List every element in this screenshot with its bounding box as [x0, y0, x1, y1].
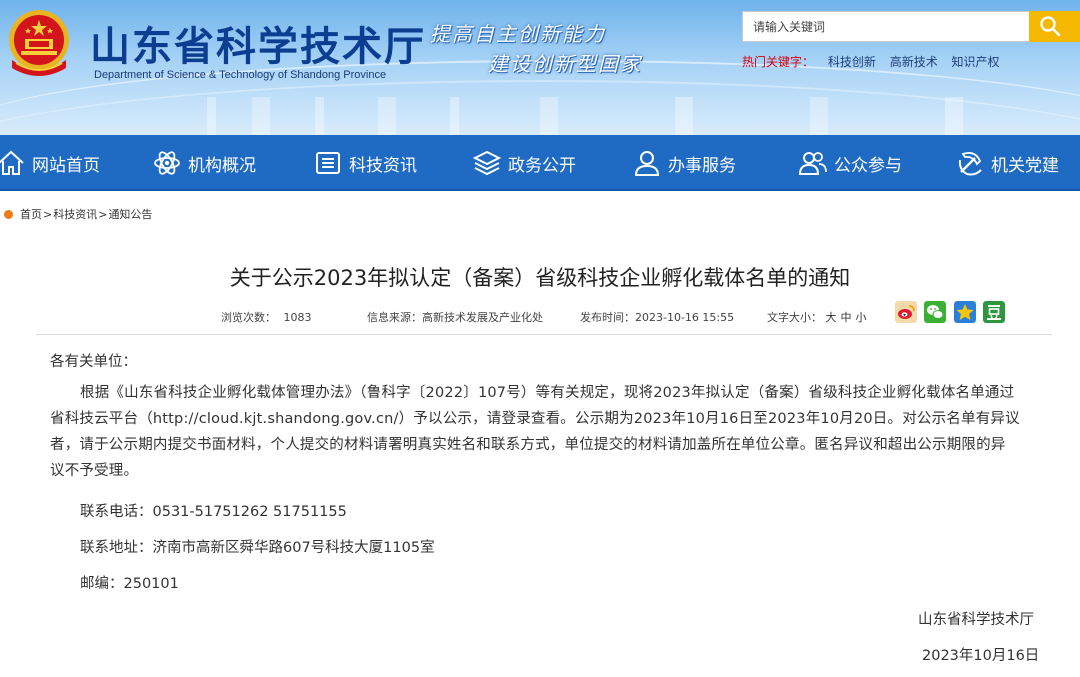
breadcrumb-link-home[interactable]: 首页 [20, 206, 42, 222]
nav-item-party-building[interactable]: 机关党建 [955, 135, 1059, 191]
site-header: 山东省科学技术厅 Department of Science & Technol… [0, 0, 1080, 135]
hot-keywords-label: 热门关键字： [742, 55, 815, 69]
douban-icon[interactable] [983, 301, 1005, 323]
sign-date: 2023年10月16日 [922, 648, 1040, 664]
font-size-control: 文字大小： 大中小 [767, 311, 867, 324]
contact-address: 联系地址：济南市高新区舜华路607号科技大厦1105室 [80, 540, 435, 556]
breadcrumb-link-notices[interactable]: 通知公告 [108, 206, 152, 222]
person-icon [634, 151, 660, 176]
main-nav: 网站首页 机构概况 科技资讯 政务公开 办事服务 公众参与 机关党建 [0, 135, 1080, 191]
nav-item-label: 网站首页 [32, 155, 100, 176]
search-button[interactable] [1029, 11, 1080, 42]
font-size-medium-button[interactable]: 中 [841, 311, 852, 324]
people-icon [798, 152, 827, 175]
signature: 山东省科学技术厅 [918, 612, 1034, 628]
nav-item-label: 机构概况 [188, 155, 256, 176]
greeting: 各有关单位： [50, 354, 137, 370]
font-size-large-button[interactable]: 大 [826, 311, 837, 324]
slogan-line-1: 提高自主创新能力 [430, 22, 606, 46]
site-subtitle: Department of Science & Technology of Sh… [94, 69, 387, 81]
qzone-icon[interactable] [954, 301, 976, 323]
breadcrumb: 首页 > 科技资讯 > 通知公告 [4, 206, 152, 222]
skyline-decoration [180, 97, 1080, 135]
search-icon [1040, 16, 1061, 37]
article-title: 关于公示2023年拟认定（备案）省级科技企业孵化载体名单的通知 [229, 266, 851, 290]
body-line: 省科技云平台（http://cloud.kjt.shandong.gov.cn/… [50, 411, 1020, 427]
view-count: 浏览次数： 1083 [221, 311, 312, 324]
nav-item-public-participation[interactable]: 公众参与 [798, 135, 902, 191]
info-source: 信息来源：高新技术发展及产业化处 [367, 311, 543, 324]
contact-phone: 联系电话：0531-51751262 51751155 [80, 504, 347, 520]
national-emblem-icon [9, 10, 69, 76]
hot-keywords: 热门关键字： 科技创新 高新技术 知识产权 [742, 53, 1000, 70]
hot-keyword-link[interactable]: 知识产权 [952, 55, 1000, 69]
search-input[interactable] [742, 11, 1030, 42]
nav-item-label: 公众参与 [834, 155, 902, 176]
layers-icon [472, 150, 502, 176]
body-line: 议不予受理。 [50, 463, 139, 479]
font-size-small-button[interactable]: 小 [856, 311, 867, 324]
postcode: 邮编：250101 [80, 576, 179, 592]
nav-item-services[interactable]: 办事服务 [632, 135, 736, 191]
site-title: 山东省科学技术厅 [90, 23, 426, 70]
nav-item-label: 办事服务 [668, 155, 736, 176]
weibo-icon[interactable] [895, 301, 917, 323]
hot-keyword-link[interactable]: 高新技术 [890, 55, 938, 69]
publish-time: 发布时间：2023-10-16 15:55 [580, 311, 735, 324]
nav-item-label: 科技资讯 [349, 155, 417, 176]
atom-icon [154, 151, 180, 175]
breadcrumb-link-news[interactable]: 科技资讯 [53, 206, 97, 222]
body-paragraph: 根据《山东省科技企业孵化载体管理办法》（鲁科字〔2022〕107号）等有关规定，… [50, 380, 1044, 484]
nav-item-about[interactable]: 机构概况 [152, 135, 256, 191]
wechat-icon[interactable] [924, 301, 946, 323]
nav-item-government-affairs[interactable]: 政务公开 [472, 135, 576, 191]
body-line: 根据《山东省科技企业孵化载体管理办法》（鲁科字〔2022〕107号）等有关规定，… [80, 385, 1015, 401]
home-icon [0, 150, 24, 175]
hot-keyword-link[interactable]: 科技创新 [828, 55, 876, 69]
article-divider [36, 334, 1052, 335]
breadcrumb-dot-icon [4, 209, 13, 219]
nav-item-label: 政务公开 [508, 155, 576, 176]
party-icon [958, 152, 982, 176]
slogan-line-2: 建设创新型国家 [488, 52, 642, 76]
nav-item-home[interactable]: 网站首页 [0, 135, 100, 191]
news-icon [316, 152, 340, 174]
nav-item-label: 机关党建 [991, 155, 1059, 176]
body-line: 者，请于公示期内提交书面材料，个人提交的材料请署明真实姓名和联系方式，单位提交的… [50, 437, 1006, 453]
nav-item-news[interactable]: 科技资讯 [313, 135, 417, 191]
